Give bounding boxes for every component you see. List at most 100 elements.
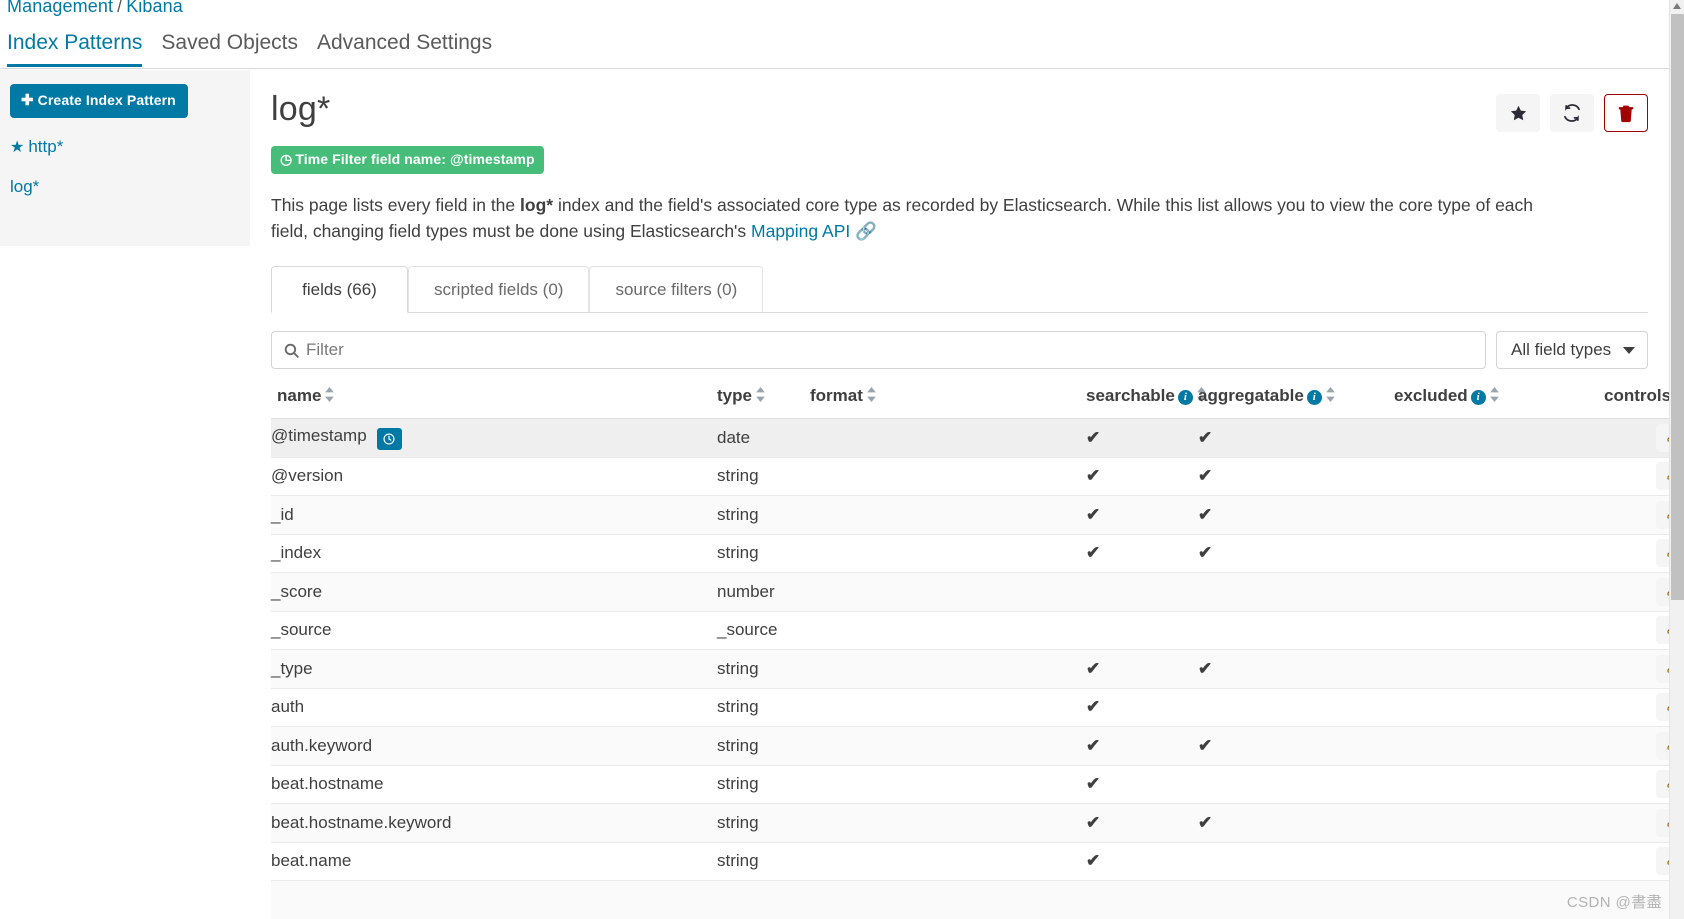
checkmark-icon: ✔ [1086,812,1101,832]
cell-field-format [810,803,1086,843]
column-header-excluded[interactable]: excluded i [1394,386,1604,419]
column-label-name: name [277,386,322,405]
page-title: log* [271,90,331,128]
search-input[interactable] [272,332,1485,368]
cell-excluded [1394,726,1604,766]
cell-field-name: auth.keyword [271,726,717,766]
time-filter-badge: ◷ Time Filter field name: @timestamp [271,146,544,174]
star-icon: ★ [10,139,25,156]
sort-arrows-icon [755,387,766,402]
refresh-fields-button[interactable] [1550,94,1594,132]
cell-field-format [810,611,1086,650]
tab-scripted-fields[interactable]: scripted fields (0) [408,266,590,312]
cell-excluded [1394,534,1604,573]
cell-aggregatable: ✔ [1198,495,1394,535]
sidebar-item-log[interactable]: log* [10,177,238,197]
cell-excluded [1394,688,1604,727]
cell-field-type: string [717,534,810,573]
column-label-controls: controls [1604,386,1672,405]
cell-excluded [1394,611,1604,650]
column-label-aggregatable: aggregatable [1198,386,1304,405]
column-label-searchable: searchable [1086,386,1175,405]
cell-field-format [810,842,1086,881]
breadcrumb-management[interactable]: Management [7,0,113,16]
column-header-searchable[interactable]: searchable i [1086,386,1206,419]
checkmark-icon: ✔ [1198,504,1213,524]
cell-field-name: _score [271,572,717,612]
tab-advanced-settings[interactable]: Advanced Settings [317,27,492,67]
cell-field-type: string [717,649,810,689]
sidebar-item-log-label: log* [10,177,40,196]
description-index-name: log* [520,195,554,215]
cell-searchable [1086,880,1198,919]
cell-field-name: _source [271,611,717,650]
cell-searchable: ✔ [1086,418,1198,458]
cell-aggregatable: ✔ [1198,457,1394,496]
table-header-row: name type format searchable i aggregatabl… [271,386,1684,419]
cell-excluded [1394,457,1604,496]
delete-index-pattern-button[interactable] [1604,94,1648,132]
table-row: _type string ✔ ✔ [271,649,1684,689]
cell-excluded [1394,842,1604,881]
table-row: @version string ✔ ✔ [271,457,1684,496]
info-icon[interactable]: i [1306,390,1322,405]
cell-aggregatable [1198,572,1394,612]
tab-source-filters[interactable]: source filters (0) [589,266,764,312]
search-icon [283,342,300,364]
cell-aggregatable: ✔ [1198,803,1394,843]
page-scrollbar[interactable] [1669,0,1684,919]
cell-searchable: ✔ [1086,726,1198,766]
cell-field-type: date [717,418,810,458]
cell-aggregatable [1198,842,1394,881]
breadcrumb-kibana[interactable]: Kibana [126,0,183,16]
kibana-index-pattern-page: Management / Kibana Index Patterns Saved Ob… [0,0,1684,919]
tab-index-patterns[interactable]: Index Patterns [7,27,142,67]
info-icon[interactable]: i [1177,390,1193,405]
column-header-name[interactable]: name [271,386,717,419]
cell-field-type: number [717,572,810,612]
tab-saved-objects[interactable]: Saved Objects [161,27,298,67]
cell-field-type: string [717,495,810,535]
cell-excluded [1394,572,1604,612]
table-row: _index string ✔ ✔ [271,534,1684,573]
sidebar-item-http[interactable]: ★ http* [10,137,238,158]
cell-field-format [810,495,1086,535]
table-row: auth string ✔ [271,688,1684,727]
star-icon [1509,104,1528,123]
field-name-label: @timestamp [271,425,367,445]
clock-icon: ◷ [280,151,293,167]
sort-arrows-icon [1325,387,1336,402]
create-index-pattern-button[interactable]: ✚ Create Index Pattern [10,84,188,118]
checkmark-icon: ✔ [1198,427,1213,447]
top-tab-bar: Index Patterns Saved Objects Advanced Sett… [0,27,1669,69]
cell-field-format [810,572,1086,612]
field-name-label: beat.hostname.keyword [271,812,452,832]
refresh-icon [1562,103,1582,123]
title-actions [1496,94,1648,132]
tab-fields[interactable]: fields (66) [271,266,408,313]
chevron-down-icon [1623,346,1635,354]
mapping-api-link[interactable]: Mapping API [751,221,850,241]
time-field-clock-icon [376,427,402,450]
scroll-up-arrow-icon[interactable] [1673,3,1681,9]
set-default-index-button[interactable] [1496,94,1540,132]
column-header-aggregatable[interactable]: aggregatable i [1198,386,1394,419]
cell-aggregatable: ✔ [1198,649,1394,689]
cell-field-name: auth [271,688,717,727]
checkmark-icon: ✔ [1086,427,1101,447]
cell-searchable: ✔ [1086,842,1198,881]
cell-aggregatable [1198,688,1394,727]
column-header-type[interactable]: type [717,386,810,419]
cell-field-format [810,457,1086,496]
column-header-format[interactable]: format [810,386,1086,419]
field-type-select[interactable]: All field types [1496,331,1648,369]
field-name-label: _source [271,620,332,640]
cell-field-type: string [717,803,810,843]
title-row: log* [271,88,1648,146]
cell-field-format [810,726,1086,766]
checkmark-icon: ✔ [1086,658,1101,678]
info-icon[interactable]: i [1470,390,1486,405]
scrollbar-thumb[interactable] [1671,14,1684,600]
cell-field-format [810,765,1086,804]
cell-field-format [810,688,1086,727]
